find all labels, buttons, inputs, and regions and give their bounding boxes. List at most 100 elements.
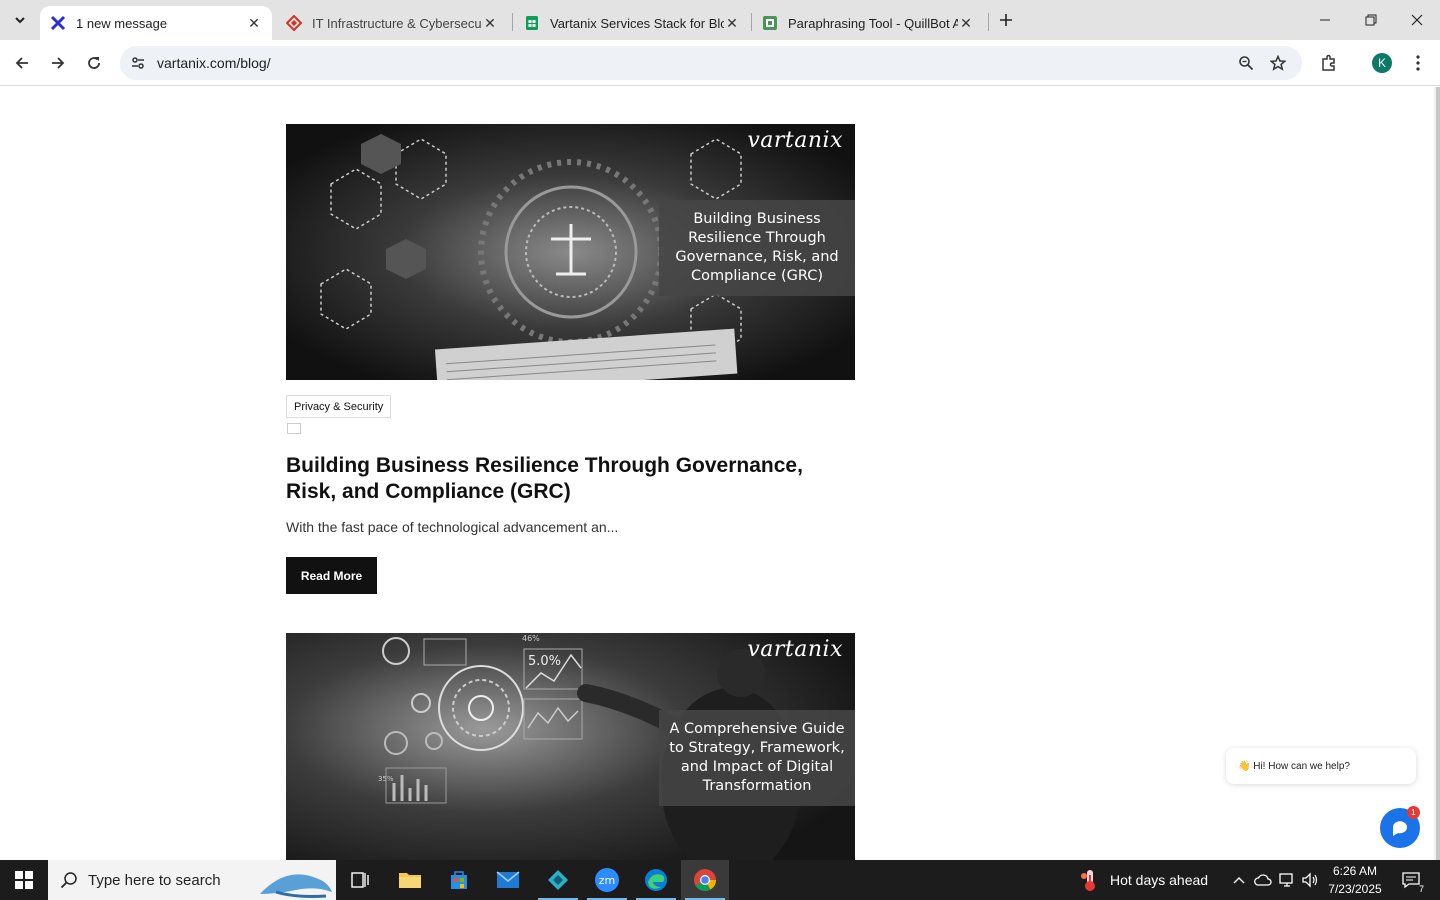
tab-search-button[interactable] [8, 8, 32, 32]
weather-text: Hot days ahead [1110, 872, 1209, 888]
search-highlight-dolphin-icon [260, 874, 332, 898]
bookmark-star-icon[interactable] [1268, 53, 1288, 73]
notifications-button[interactable]: 7 [1394, 860, 1428, 900]
task-view-icon [351, 872, 369, 888]
minimize-icon [1320, 19, 1330, 21]
post-title[interactable]: Building Business Resilience Through Gov… [286, 453, 846, 505]
chat-greeting-bubble[interactable]: 👋 Hi! How can we help? [1226, 748, 1416, 784]
network-icon [1279, 873, 1293, 887]
close-icon[interactable]: ✕ [958, 15, 974, 31]
post-hero-image[interactable]: vartanix Building Business Resilience Th… [286, 124, 855, 380]
puzzle-icon [1322, 54, 1335, 71]
show-hidden-icons-button[interactable] [1228, 860, 1250, 900]
hero-overlay-text: A Comprehensive Guide to Strategy, Frame… [659, 710, 855, 806]
mail-button[interactable] [484, 860, 532, 900]
search-icon [60, 872, 77, 889]
cloud-icon [1254, 874, 1272, 886]
microsoft-store-button[interactable] [435, 860, 483, 900]
onedrive-tray[interactable] [1252, 860, 1274, 900]
vartanix-logo: vartanix [747, 128, 843, 153]
tab-title: Vartanix Services Stack for Blog [550, 15, 724, 31]
task-view-button[interactable] [336, 860, 384, 900]
extensions-button[interactable] [1313, 47, 1345, 79]
new-tab-button[interactable] [994, 8, 1018, 32]
url-text[interactable]: vartanix.com/blog/ [157, 55, 271, 71]
clock-time: 6:26 AM [1332, 864, 1378, 878]
clock-date: 7/23/2025 [1328, 882, 1382, 896]
page-content: vartanix Building Business Resilience Th… [0, 87, 1440, 860]
tab-quillbot[interactable]: Paraphrasing Tool - QuillBot AI ✕ [752, 6, 984, 40]
post-hero-image[interactable]: 5.0% 46% 35% vartanix A Comprehensive Gu… [286, 633, 855, 860]
weather-widget[interactable]: Hot days ahead [1078, 860, 1208, 900]
start-button[interactable] [0, 860, 48, 900]
blue-diamond-app-icon [548, 870, 568, 890]
zoom-icon[interactable] [1236, 53, 1256, 73]
volume-tray[interactable] [1299, 860, 1321, 900]
folder-icon [399, 873, 421, 888]
category-badge[interactable]: Privacy & Security [286, 395, 392, 418]
chat-icon [1393, 821, 1407, 836]
reload-icon [88, 57, 100, 69]
taskbar-search[interactable]: Type here to search [48, 860, 336, 900]
svg-text:zm: zm [599, 874, 616, 887]
close-icon[interactable]: ✕ [482, 15, 498, 31]
page-scrollbar[interactable] [1434, 87, 1440, 860]
network-tray[interactable] [1276, 860, 1298, 900]
tab-separator [512, 13, 513, 31]
hero-overlay-text: Building Business Resilience Through Gov… [659, 200, 855, 296]
read-more-button[interactable]: Read More [286, 557, 377, 594]
file-explorer-button[interactable] [386, 860, 434, 900]
google-sheets-icon [524, 15, 540, 31]
zoom-app-icon: zm [595, 868, 619, 892]
windows-logo-icon [15, 871, 33, 889]
hero-stat-small: 46% [522, 634, 540, 643]
scrollbar-thumb[interactable] [1436, 87, 1440, 860]
menu-button[interactable] [1402, 47, 1434, 79]
tab-separator [988, 13, 989, 31]
back-button[interactable] [6, 47, 38, 79]
reload-button[interactable] [78, 47, 110, 79]
post-excerpt: With the fast pace of technological adva… [286, 519, 619, 535]
forward-button[interactable] [42, 47, 74, 79]
close-icon[interactable]: ✕ [724, 15, 740, 31]
hero-stat: 5.0% [528, 654, 561, 669]
browser-toolbar: vartanix.com/blog/ K [0, 40, 1440, 86]
store-icon [451, 871, 467, 889]
zoom-app-button[interactable]: zm [583, 860, 631, 900]
tab-it-infrastructure[interactable]: IT Infrastructure & Cybersecurit ✕ [276, 6, 508, 40]
hero-stat-small2: 35% [378, 775, 394, 783]
close-icon[interactable]: ✕ [246, 15, 262, 31]
broken-image-placeholder [287, 423, 301, 434]
tab-vartanix-sheet[interactable]: Vartanix Services Stack for Blog ✕ [514, 6, 750, 40]
tab-title: IT Infrastructure & Cybersecurit [312, 15, 482, 31]
x-logo-icon [50, 15, 66, 31]
notification-count: 7 [1418, 884, 1424, 894]
tab-title: Paraphrasing Tool - QuillBot AI [788, 15, 958, 31]
close-icon [1411, 14, 1423, 26]
chat-unread-badge: 1 [1407, 806, 1420, 819]
profile-avatar[interactable]: K [1372, 53, 1392, 73]
site-settings-icon[interactable] [128, 53, 148, 73]
thermometer-icon [1081, 870, 1095, 891]
arrow-left-icon [15, 57, 28, 69]
restore-icon [1365, 14, 1377, 26]
search-placeholder: Type here to search [88, 872, 221, 889]
taskbar-clock[interactable]: 6:26 AM 7/23/2025 [1322, 862, 1388, 898]
restore-button[interactable] [1348, 0, 1394, 40]
quillbot-icon [762, 15, 778, 31]
chrome-button[interactable] [681, 860, 729, 900]
arrow-right-icon [52, 57, 65, 69]
chevron-up-icon [1233, 877, 1245, 884]
app-button-diamond[interactable] [534, 860, 582, 900]
edge-icon [645, 869, 667, 891]
plus-icon [1000, 14, 1012, 26]
mail-icon [496, 871, 520, 888]
edge-button[interactable] [632, 860, 680, 900]
tab-messages[interactable]: 1 new message ✕ [40, 6, 272, 40]
chevron-down-icon [15, 17, 25, 24]
tab-strip: 1 new message ✕ IT Infrastructure & Cybe… [0, 0, 1440, 40]
address-bar[interactable]: vartanix.com/blog/ [120, 46, 1302, 80]
minimize-button[interactable] [1302, 0, 1348, 40]
close-window-button[interactable] [1394, 0, 1440, 40]
vartanix-logo: vartanix [747, 637, 843, 662]
